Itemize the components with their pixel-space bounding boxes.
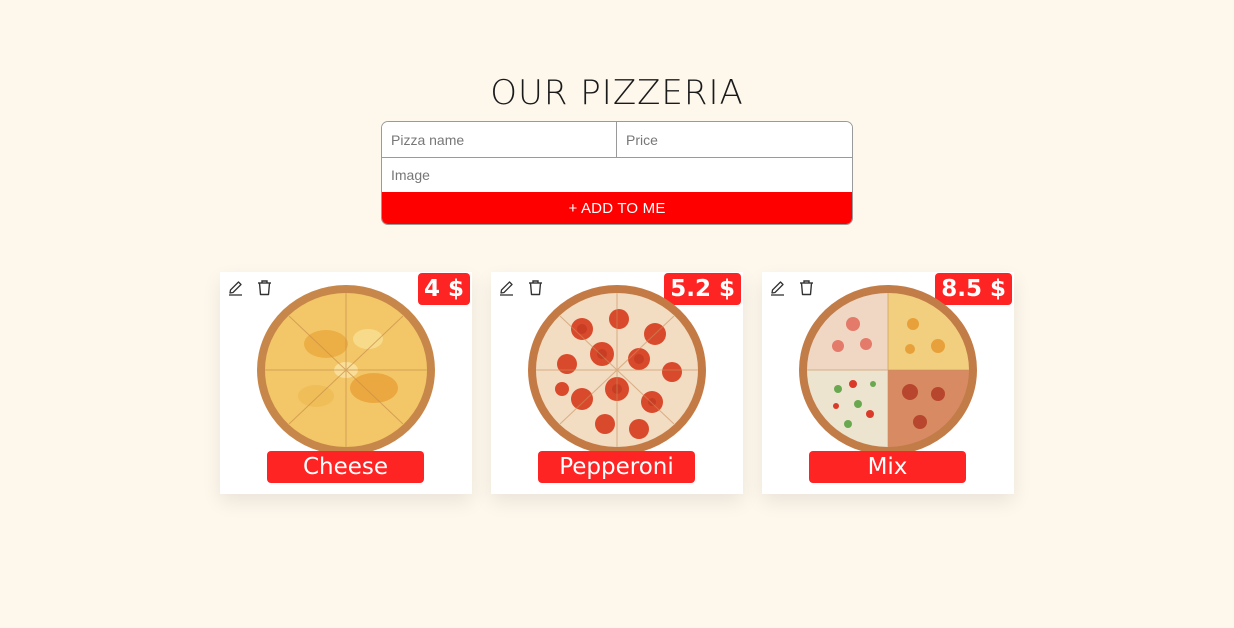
pizza-card: 5.2 $ Pepperoni	[491, 272, 743, 494]
pizza-image	[528, 285, 706, 455]
add-pizza-form: + ADD TO ME	[381, 121, 853, 225]
pizza-name-badge: Mix	[809, 451, 966, 483]
add-button[interactable]: + ADD TO ME	[382, 192, 852, 224]
page-title: OUR PIZZERIA	[490, 72, 744, 113]
pizza-name-badge: Pepperoni	[538, 451, 695, 483]
pencil-icon[interactable]	[769, 279, 786, 296]
pencil-icon[interactable]	[227, 279, 244, 296]
pizza-list: 4 $ Cheese 5.2 $ Pepperoni 8.5 $ Mix	[220, 272, 1014, 494]
pizza-image	[257, 285, 435, 455]
pizza-name-input[interactable]	[382, 122, 617, 157]
pizza-card: 4 $ Cheese	[220, 272, 472, 494]
form-row	[382, 158, 852, 192]
pizza-card: 8.5 $ Mix	[762, 272, 1014, 494]
pizza-image	[799, 285, 977, 455]
pencil-icon[interactable]	[498, 279, 515, 296]
image-input[interactable]	[382, 158, 852, 192]
form-row	[382, 122, 852, 158]
pizza-name-badge: Cheese	[267, 451, 424, 483]
price-input[interactable]	[617, 122, 852, 157]
